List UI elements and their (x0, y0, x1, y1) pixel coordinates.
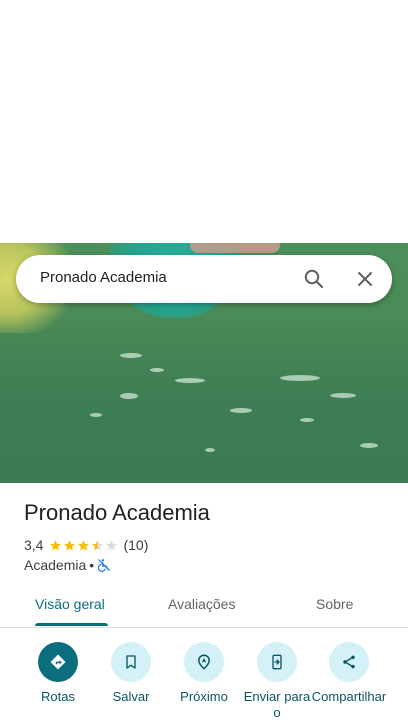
send-label: Enviar para o (243, 689, 311, 720)
nearby-icon (197, 654, 211, 670)
photo-speck (360, 443, 378, 448)
send-to-phone-icon (272, 654, 282, 670)
star-full-icon (50, 539, 62, 550)
nearby-button[interactable]: Próximo (164, 642, 244, 705)
category-row: Academia • (24, 556, 111, 574)
photo-speck (90, 413, 102, 417)
star-full-icon (78, 539, 90, 550)
share-label: Compartilhar (311, 689, 387, 704)
nearby-icon-circle (184, 642, 224, 682)
save-icon-circle (111, 642, 151, 682)
rating-row[interactable]: 3,4 (10) (24, 536, 148, 554)
tab-about[interactable]: Sobre (316, 596, 353, 612)
star-half-icon (92, 539, 104, 550)
share-button[interactable]: Compartilhar (309, 642, 389, 705)
not-wheelchair-accessible-icon (98, 559, 111, 572)
tab-overview[interactable]: Visão geral (35, 596, 105, 612)
place-name: Pronado Academia (24, 500, 210, 525)
bookmark-icon (126, 655, 136, 669)
tab-bar: Visão geral Avaliações Sobre (0, 585, 408, 628)
photo-speck (205, 448, 215, 452)
send-to-phone-button[interactable]: Enviar para o (237, 642, 317, 721)
photo-speck (300, 418, 314, 422)
rating-value: 3,4 (24, 537, 44, 553)
close-icon[interactable] (353, 267, 377, 291)
send-icon-circle (257, 642, 297, 682)
directions-icon (50, 654, 66, 670)
star-full-icon (64, 539, 76, 550)
active-tab-indicator (35, 623, 108, 626)
search-input[interactable]: Pronado Academia (40, 269, 167, 286)
photo-pink-shape (190, 243, 280, 253)
share-icon (343, 655, 355, 669)
tab-reviews[interactable]: Avaliações (168, 596, 235, 612)
share-icon-circle (329, 642, 369, 682)
photo-speck (175, 378, 205, 383)
map-blank-area (0, 0, 408, 243)
place-category: Academia (24, 557, 87, 573)
directions-icon-circle (38, 642, 78, 682)
directions-label: Rotas (41, 689, 75, 704)
photo-speck (330, 393, 356, 398)
star-rating (49, 539, 119, 552)
save-label: Salvar (112, 689, 150, 704)
directions-button[interactable]: Rotas (18, 642, 98, 705)
search-bar[interactable]: Pronado Academia (16, 255, 392, 303)
photo-speck (280, 375, 320, 381)
search-icon[interactable] (302, 267, 326, 291)
save-button[interactable]: Salvar (91, 642, 171, 705)
photo-speck (120, 393, 138, 399)
review-count[interactable]: (10) (123, 537, 148, 553)
photo-speck (120, 353, 142, 358)
separator: • (89, 557, 95, 573)
star-empty-icon (106, 539, 118, 550)
photo-speck (150, 368, 164, 372)
nearby-label: Próximo (180, 689, 228, 704)
photo-speck (230, 408, 252, 413)
